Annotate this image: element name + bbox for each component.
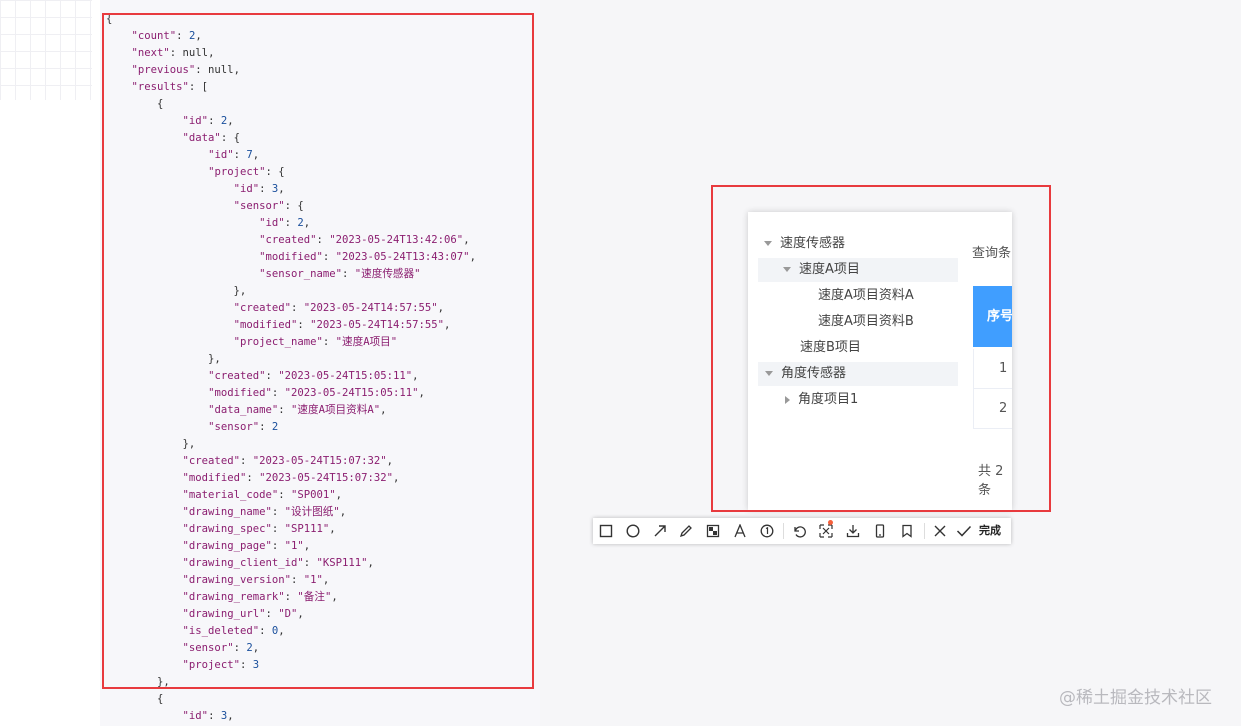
editor-left-margin — [0, 0, 101, 726]
json-punct: , — [227, 710, 234, 722]
json-key: "id" — [182, 710, 209, 722]
json-line: "id": 3, — [106, 708, 476, 725]
undo-icon[interactable] — [787, 518, 811, 544]
watermark: @稀土掘金技术社区 — [1059, 688, 1212, 708]
rectangle-icon[interactable] — [594, 518, 618, 544]
close-icon[interactable] — [928, 518, 952, 544]
done-button[interactable]: 完成 — [979, 518, 1001, 544]
toolbar-divider — [783, 523, 784, 539]
number-marker-icon[interactable] — [755, 518, 779, 544]
mosaic-icon[interactable] — [701, 518, 725, 544]
text-icon[interactable] — [728, 518, 752, 544]
arrow-icon[interactable] — [648, 518, 672, 544]
toolbar-divider — [924, 523, 925, 539]
json-punct: { — [106, 693, 164, 705]
highlight-box-json — [102, 13, 534, 689]
bookmark-icon[interactable] — [895, 518, 919, 544]
pen-icon[interactable] — [674, 518, 698, 544]
screenshot-toolbar: 完成 — [593, 518, 1011, 544]
json-line: { — [106, 691, 476, 708]
highlight-box-tree — [711, 185, 1051, 512]
pin-icon[interactable] — [814, 518, 838, 544]
notification-dot — [828, 520, 833, 525]
json-punct — [106, 710, 183, 722]
json-punct: : — [208, 710, 221, 722]
grid-decoration — [0, 0, 92, 100]
download-icon[interactable] — [841, 518, 865, 544]
ellipse-icon[interactable] — [621, 518, 645, 544]
mobile-icon[interactable] — [868, 518, 892, 544]
check-icon[interactable] — [955, 518, 973, 544]
